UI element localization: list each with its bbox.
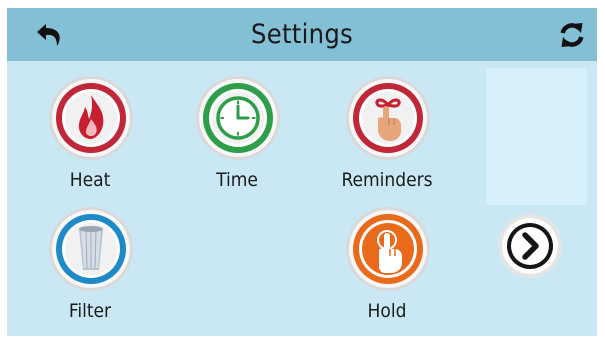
- flame-icon: [49, 76, 133, 160]
- back-button[interactable]: [35, 20, 65, 50]
- back-arrow-icon: [37, 24, 60, 46]
- page-title: Settings: [250, 19, 354, 50]
- refresh-button[interactable]: [557, 20, 587, 50]
- chevron-right-icon: [498, 214, 562, 278]
- hold-button[interactable]: Hold: [332, 206, 442, 331]
- refresh-icon: [560, 23, 584, 47]
- empty-panel: [486, 68, 587, 205]
- hold-label: Hold: [367, 300, 407, 322]
- reminders-button[interactable]: Reminders: [332, 75, 442, 200]
- filter-cartridge-icon: [49, 207, 133, 291]
- filter-button[interactable]: Filter: [35, 206, 145, 331]
- clock-icon: [196, 76, 280, 160]
- heat-button[interactable]: Heat: [35, 75, 145, 200]
- settings-screen: Settings Heat Time Reminders Filter Hold: [7, 8, 597, 336]
- reminder-hand-icon: [346, 76, 430, 160]
- heat-label: Heat: [69, 169, 111, 191]
- time-label: Time: [216, 169, 258, 191]
- filter-label: Filter: [68, 300, 112, 322]
- time-button[interactable]: Time: [182, 75, 292, 200]
- next-page-button[interactable]: [497, 213, 563, 279]
- hold-hand-icon: [346, 207, 430, 291]
- reminders-label: Reminders: [341, 169, 433, 191]
